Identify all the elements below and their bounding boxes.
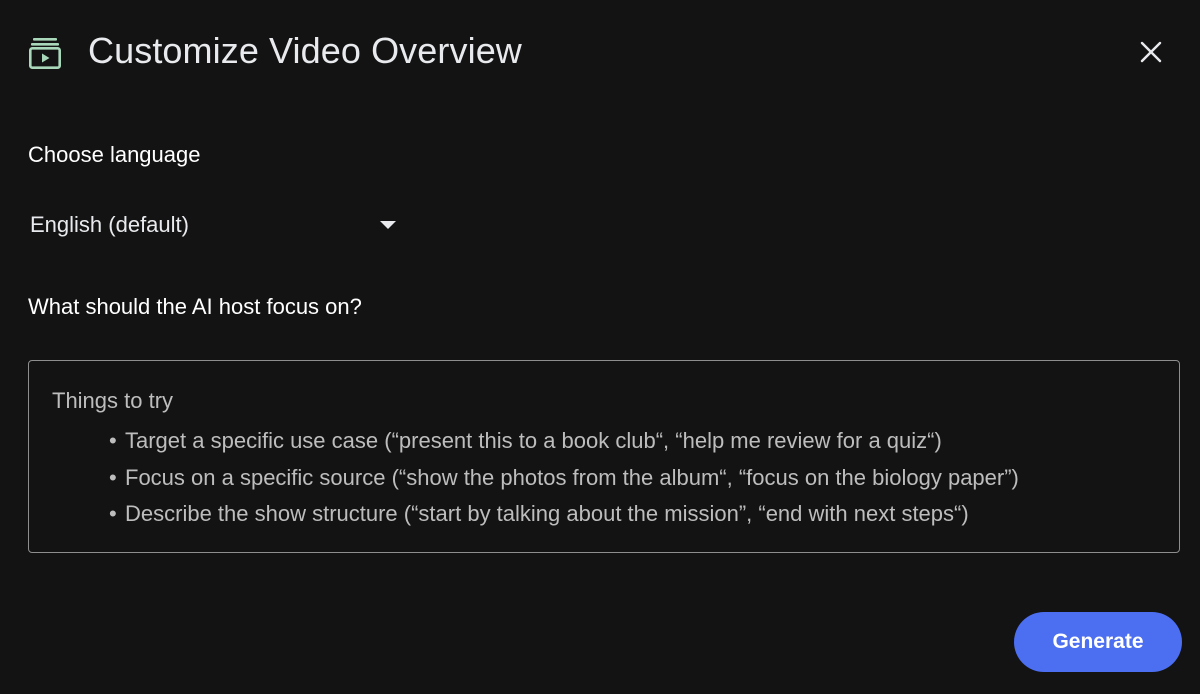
choose-language-label: Choose language — [28, 142, 201, 167]
placeholder-item: • Target a specific use case (“present th… — [109, 423, 1019, 460]
bullet-icon: • — [109, 464, 117, 490]
language-dropdown[interactable]: English (default) — [30, 205, 402, 245]
focus-label: What should the AI host focus on? — [28, 294, 362, 319]
customize-video-overview-dialog: Customize Video Overview Choose language… — [0, 0, 1200, 694]
placeholder-item-text: Focus on a specific source (“show the ph… — [125, 464, 1019, 490]
focus-prompt-textarea[interactable]: Things to try • Target a specific use cas… — [28, 360, 1180, 553]
language-selected-value: English (default) — [30, 212, 189, 237]
placeholder-item: • Focus on a specific source (“show the p… — [109, 460, 1019, 497]
bullet-icon: • — [109, 501, 117, 526]
close-button[interactable] — [1131, 32, 1171, 72]
bullet-icon: • — [109, 428, 117, 453]
dropdown-arrow-icon — [380, 221, 396, 229]
placeholder-suggestions: • Target a specific use case (“present th… — [109, 423, 1019, 533]
dialog-title: Customize Video Overview — [88, 30, 522, 71]
placeholder-item: • Describe the show structure (“start by … — [109, 496, 1019, 533]
video-overview-icon — [27, 34, 63, 70]
placeholder-item-text: Describe the show structure (“start by t… — [125, 501, 969, 526]
generate-button[interactable]: Generate — [1014, 612, 1182, 672]
placeholder-item-text: Target a specific use case (“present thi… — [125, 428, 942, 453]
close-icon — [1140, 41, 1162, 63]
placeholder-heading: Things to try — [52, 388, 174, 413]
